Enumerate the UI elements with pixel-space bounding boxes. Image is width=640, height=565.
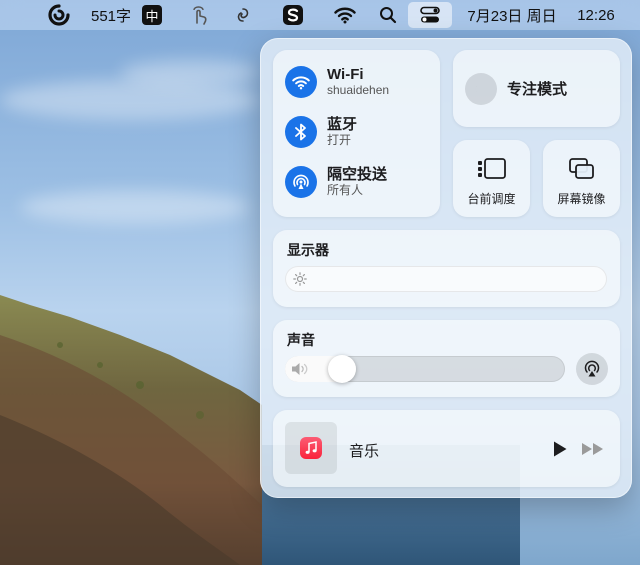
wifi-network-name: shuaidehen <box>327 84 389 98</box>
word-count[interactable]: 551字 <box>88 0 134 30</box>
volume-slider[interactable] <box>285 356 565 382</box>
wifi-toggle[interactable]: Wi-Fi shuaidehen <box>285 66 389 98</box>
menu-bar: 551字 中 <box>0 0 640 30</box>
screen-mirroring-tile[interactable]: 屏幕镜像 <box>543 140 620 217</box>
sync-app-icon[interactable] <box>46 0 72 30</box>
bluetooth-title: 蓝牙 <box>327 116 357 133</box>
display-title: 显示器 <box>287 240 329 260</box>
input-method-label: 中 <box>142 5 162 25</box>
cloud <box>120 60 260 86</box>
moon-icon <box>465 73 497 105</box>
touch-gesture-icon[interactable] <box>186 0 212 30</box>
swirl-app-icon[interactable] <box>230 0 256 30</box>
music-app-icon <box>300 437 322 459</box>
brightness-slider[interactable] <box>285 266 607 292</box>
network-tile: Wi-Fi shuaidehen 蓝牙 打开 <box>273 50 440 217</box>
album-art[interactable] <box>285 422 337 474</box>
control-center-icon[interactable] <box>408 2 452 28</box>
screen-mirroring-icon <box>569 158 595 185</box>
airplay-audio-icon[interactable] <box>576 353 608 385</box>
clock-menu[interactable]: 12:26 <box>572 0 620 30</box>
sun-icon <box>293 272 307 291</box>
now-playing-app: 音乐 <box>349 440 379 461</box>
airdrop-icon[interactable] <box>285 166 317 198</box>
focus-mode-tile[interactable]: 专注模式 <box>453 50 620 127</box>
speaker-icon <box>291 362 311 381</box>
wifi-title: Wi-Fi <box>327 66 389 83</box>
volume-slider-knob[interactable] <box>328 355 356 383</box>
fast-forward-icon[interactable] <box>581 442 605 461</box>
time-text: 12:26 <box>577 7 615 24</box>
date-menu[interactable]: 7月23日 周日 <box>460 0 564 30</box>
stage-manager-tile[interactable]: 台前调度 <box>453 140 530 217</box>
bluetooth-toggle[interactable]: 蓝牙 打开 <box>285 116 357 148</box>
airdrop-toggle[interactable]: 隔空投送 所有人 <box>285 166 387 198</box>
wifi-icon[interactable] <box>285 66 317 98</box>
screen-mirroring-label: 屏幕镜像 <box>543 190 620 207</box>
airdrop-title: 隔空投送 <box>327 166 387 183</box>
wifi-icon[interactable] <box>332 0 358 30</box>
bluetooth-status: 打开 <box>327 134 357 148</box>
now-playing-tile: 音乐 <box>273 410 620 487</box>
input-method-menu[interactable]: 中 <box>140 0 164 30</box>
control-center-panel: Wi-Fi shuaidehen 蓝牙 打开 <box>260 38 632 498</box>
date-text: 7月23日 周日 <box>467 5 556 26</box>
search-icon[interactable] <box>376 0 400 30</box>
cloud <box>0 80 260 120</box>
word-count-text: 551字 <box>91 5 131 26</box>
focus-mode-label: 专注模式 <box>507 78 567 99</box>
airdrop-status: 所有人 <box>327 184 387 198</box>
bluetooth-icon[interactable] <box>285 116 317 148</box>
sound-title: 声音 <box>287 330 315 350</box>
display-tile: 显示器 <box>273 230 620 307</box>
play-icon[interactable] <box>552 440 568 463</box>
sound-tile: 声音 <box>273 320 620 397</box>
s-app-icon[interactable] <box>280 0 306 30</box>
stage-manager-label: 台前调度 <box>453 190 530 207</box>
cloud <box>20 190 250 224</box>
stage-manager-icon <box>477 158 507 185</box>
